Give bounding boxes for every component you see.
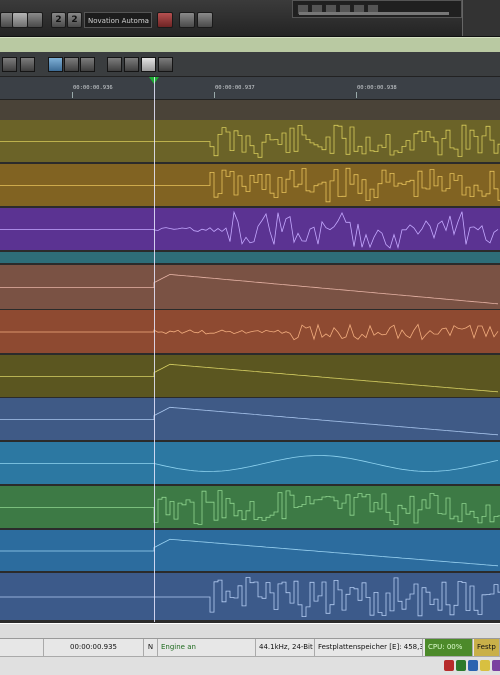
tick-mark [72, 92, 73, 98]
app-icon-2[interactable] [456, 660, 466, 671]
tool-icon-1[interactable] [2, 57, 17, 72]
scissors-icon[interactable] [12, 12, 28, 28]
automation-lanes[interactable] [0, 100, 500, 622]
timeline-ruler[interactable]: 00:00:00.936 00:00:00.937 00:00:00.938 [0, 77, 500, 100]
section-header-strip [0, 37, 500, 53]
lane-header [0, 100, 500, 120]
status-disk-load: Festp [474, 639, 500, 656]
horizontal-scrollbar[interactable] [0, 623, 500, 638]
ruler-label-1: 00:00:00.936 [73, 85, 113, 91]
playback-cursor [154, 77, 155, 622]
automation-lane[interactable] [0, 442, 500, 484]
preset-button-a[interactable]: 2 [51, 12, 66, 28]
line-icon[interactable] [80, 57, 95, 72]
pointer-icon[interactable] [48, 57, 63, 72]
app-icon-3[interactable] [468, 660, 478, 671]
status-bar: 00:00:00.935 N Engine an 44.1kHz, 24-Bit… [0, 638, 500, 656]
chevron-down-icon: ⌵ [143, 17, 149, 25]
automation-lane[interactable] [0, 530, 500, 571]
page-icon[interactable] [141, 57, 156, 72]
draw-icon[interactable] [64, 57, 79, 72]
layout-icon[interactable] [158, 57, 173, 72]
status-mode: N [144, 639, 158, 656]
automation-lane[interactable] [0, 355, 500, 397]
status-engine: Engine an [158, 639, 256, 656]
automation-combo[interactable]: Novation Automa ⌵ [84, 12, 152, 28]
settings-icon[interactable] [179, 12, 195, 28]
ruler-label-2: 00:00:00.937 [215, 85, 255, 91]
snap-icon[interactable] [107, 57, 122, 72]
status-time: 00:00:00.935 [44, 639, 144, 656]
automation-lane[interactable] [0, 208, 500, 250]
ruler-label-3: 00:00:00.938 [357, 85, 397, 91]
record-icon[interactable] [157, 12, 173, 28]
automation-combo-value: Novation Automa [88, 17, 149, 25]
automation-lane[interactable] [0, 265, 500, 309]
automation-lane[interactable] [0, 252, 500, 263]
status-format: 44.1kHz, 24-Bit [256, 639, 315, 656]
alert-icon[interactable] [197, 12, 213, 28]
automation-lane[interactable] [0, 398, 500, 440]
status-disk: Festplattenspeicher [E]: 458,3GB [315, 639, 423, 656]
status-spacer [0, 639, 44, 656]
grid-icon[interactable] [124, 57, 139, 72]
top-toolbar: 2 2 Novation Automa ⌵ [0, 0, 500, 37]
tool-icon-2[interactable] [20, 57, 35, 72]
position-slider[interactable] [299, 12, 449, 15]
automation-lane[interactable] [0, 310, 500, 353]
app-icon-1[interactable] [444, 660, 454, 671]
tick-mark [356, 92, 357, 98]
transport-panel [292, 0, 462, 18]
tool-button-2[interactable] [27, 12, 43, 28]
preset-button-b[interactable]: 2 [67, 12, 82, 28]
right-panel [462, 0, 500, 36]
app-icon-4[interactable] [480, 660, 490, 671]
editor-toolbar [0, 52, 500, 77]
status-cpu: CPU: 00% [425, 639, 473, 656]
automation-curves[interactable] [0, 100, 500, 622]
tick-mark [214, 92, 215, 98]
app-icon-5[interactable] [492, 660, 500, 671]
tray-bar [0, 656, 500, 675]
